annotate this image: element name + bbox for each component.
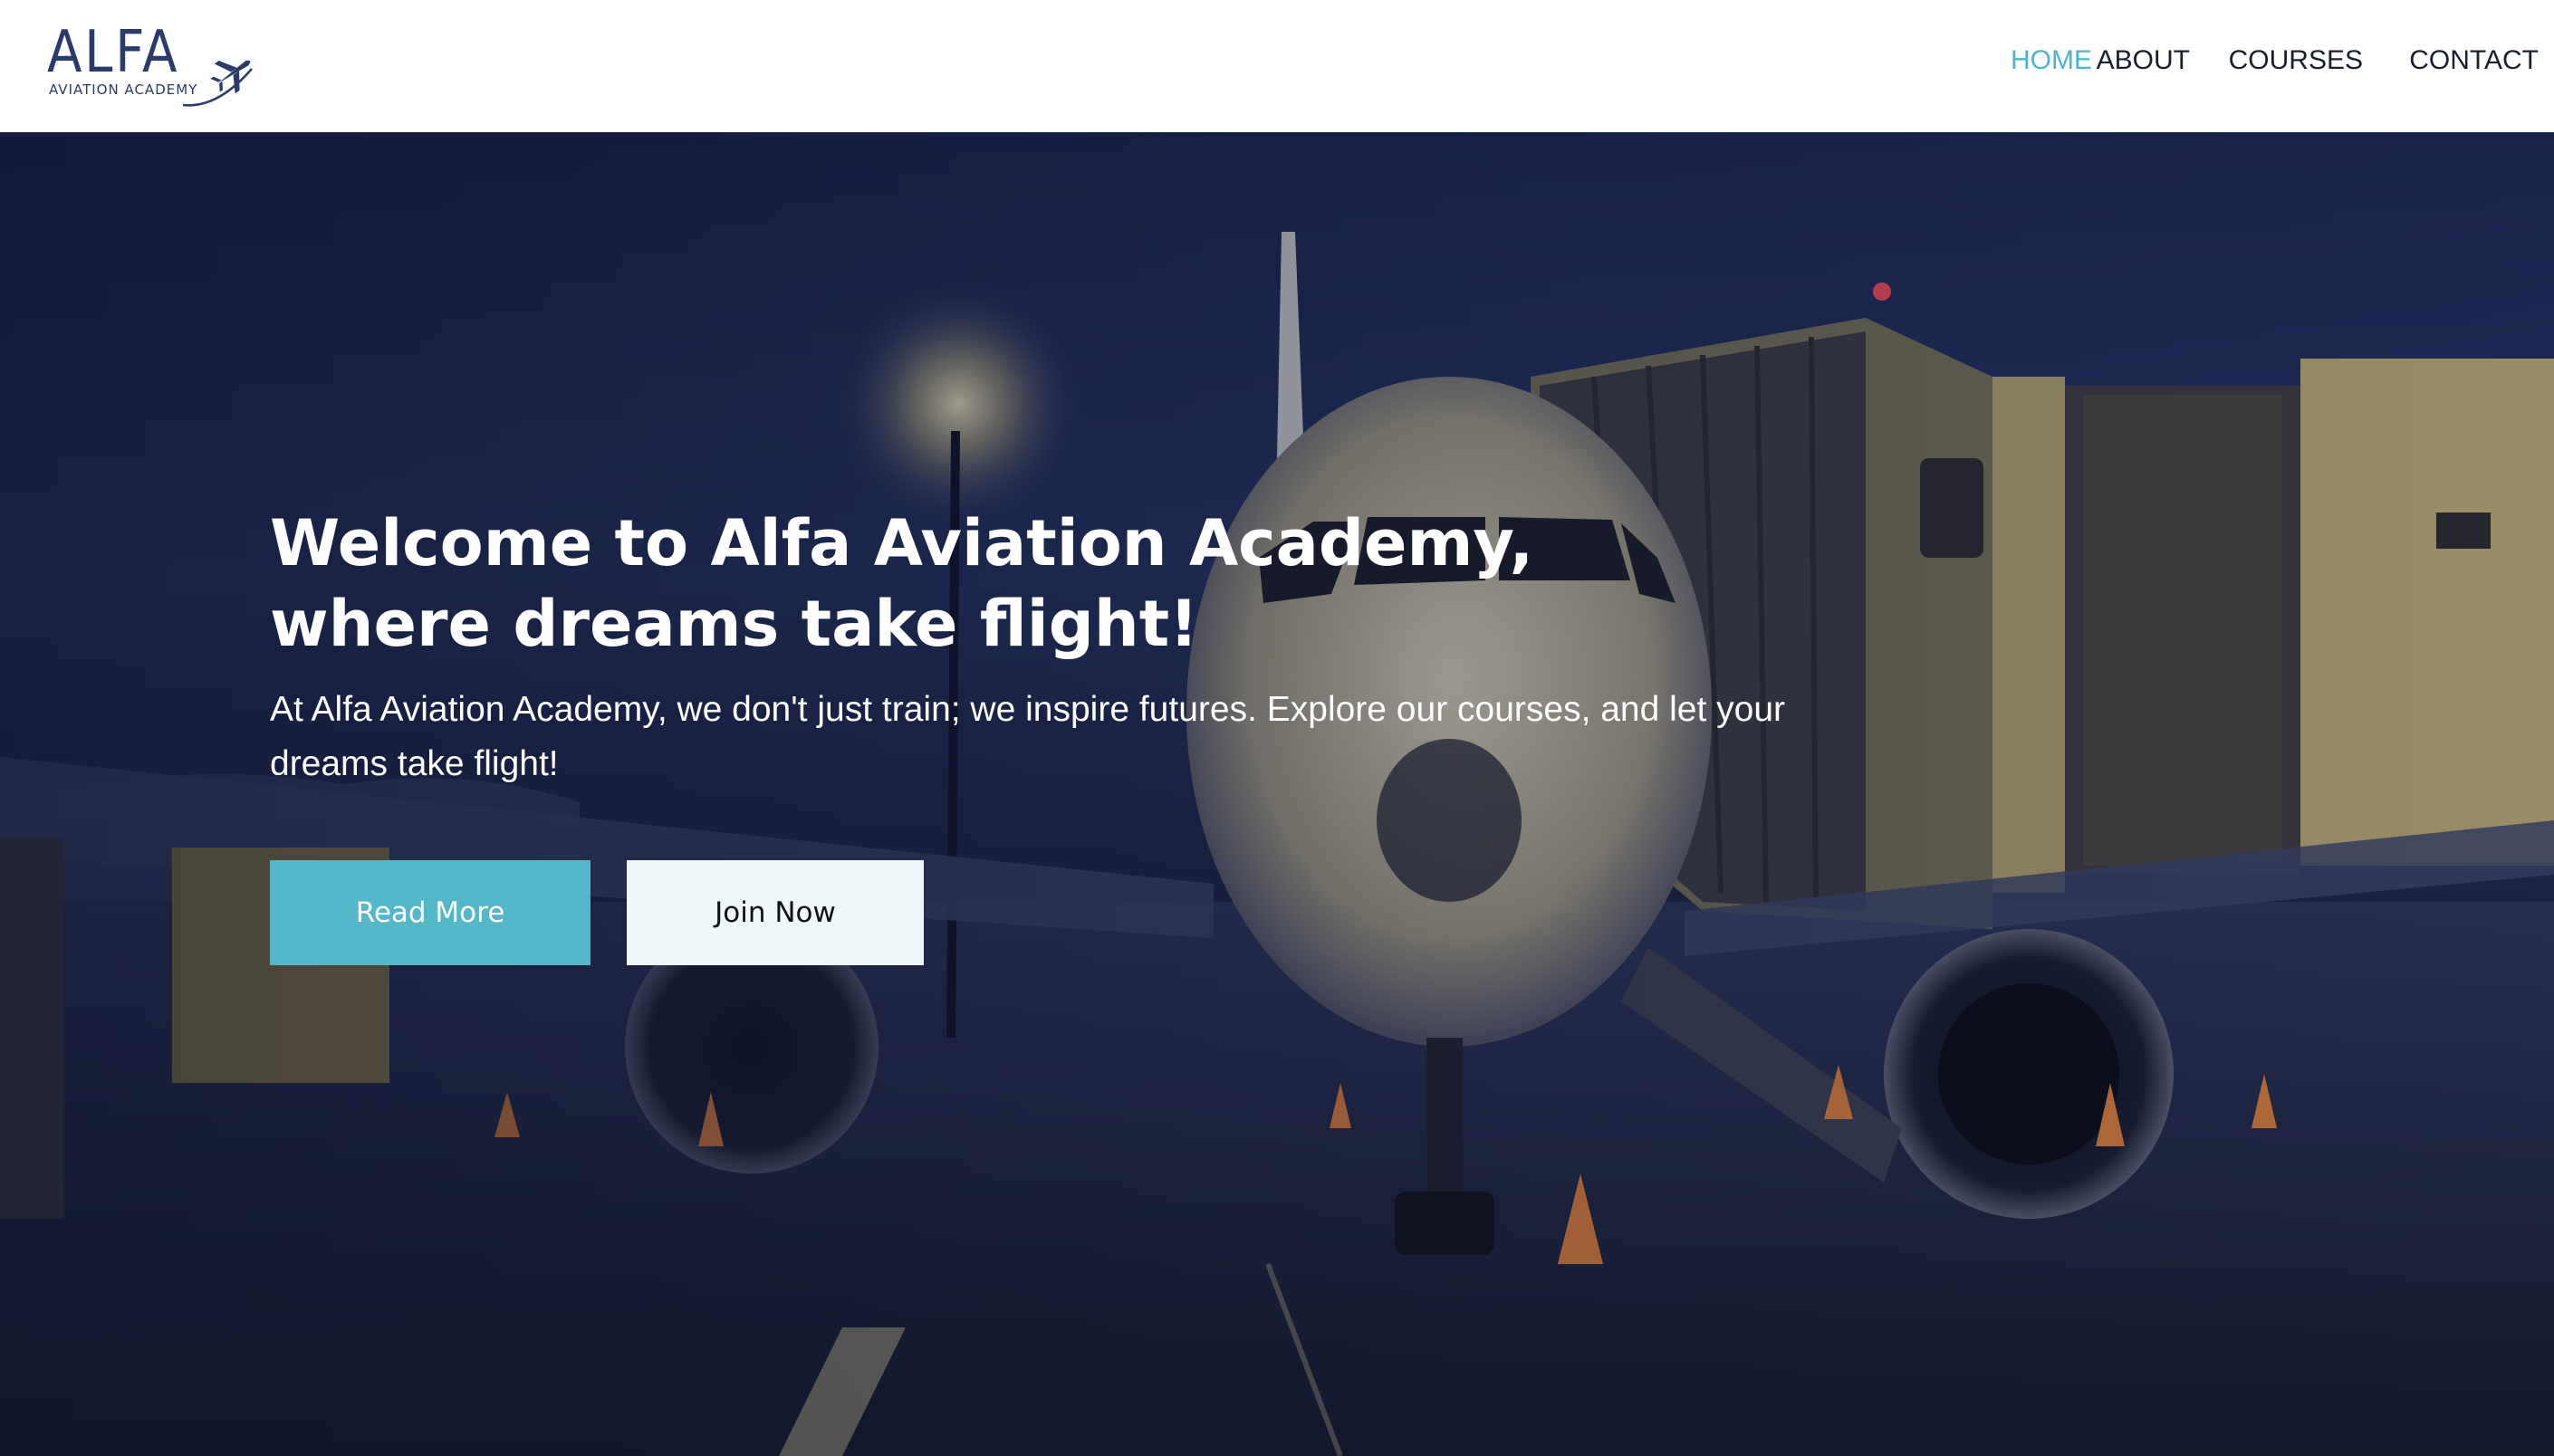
nav-courses[interactable]: COURSES: [2229, 45, 2363, 76]
site-header: ALFA AVIATION ACADEMY HOME ABOUT COURSES…: [0, 0, 2554, 132]
site-logo[interactable]: ALFA AVIATION ACADEMY: [45, 24, 254, 114]
nav-about[interactable]: ABOUT: [2097, 45, 2190, 76]
logo-wordmark: ALFA: [47, 19, 180, 86]
hero-description: At Alfa Aviation Academy, we don't just …: [270, 690, 1786, 783]
hero-section: Welcome to Alfa Aviation Academy, where …: [0, 132, 2554, 1456]
logo-tagline: AVIATION ACADEMY: [49, 81, 198, 98]
hero-overlay: [0, 132, 2554, 1456]
join-now-button[interactable]: Join Now: [627, 860, 924, 965]
nav-home[interactable]: HOME: [2011, 45, 2092, 76]
read-more-button[interactable]: Read More: [270, 860, 590, 965]
page: ALFA AVIATION ACADEMY HOME ABOUT COURSES…: [0, 0, 2554, 1456]
hero-content: Welcome to Alfa Aviation Academy, where …: [270, 503, 1864, 965]
nav-contact[interactable]: CONTACT: [2409, 45, 2539, 76]
airplane-icon: [182, 60, 253, 107]
hero-title: Welcome to Alfa Aviation Academy, where …: [270, 506, 1534, 661]
